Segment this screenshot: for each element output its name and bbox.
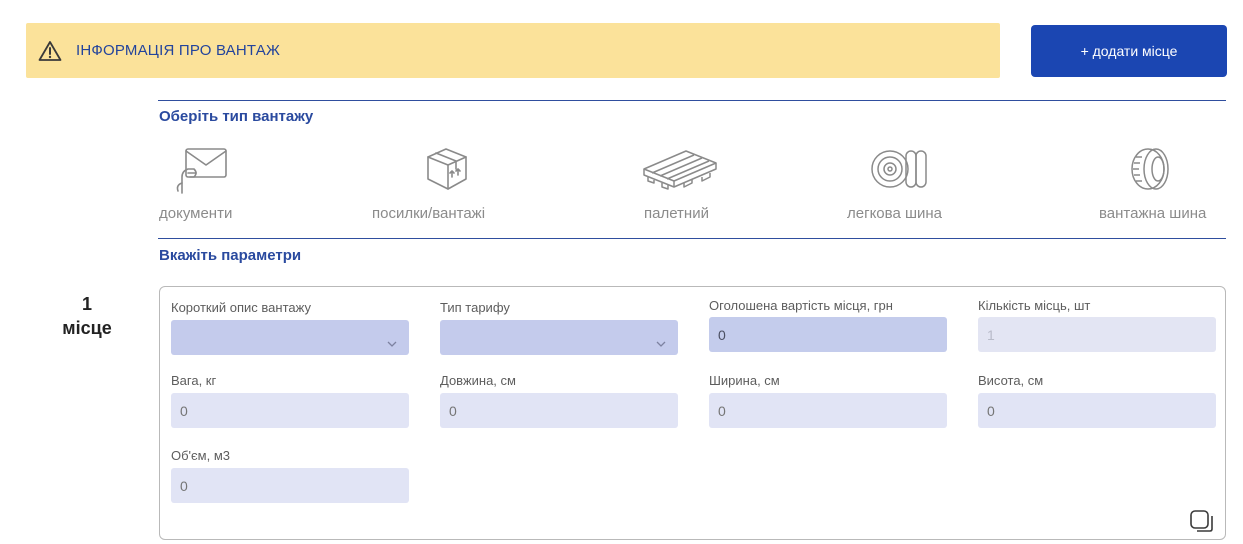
quantity-label: Кількість місць, шт [978, 298, 1091, 313]
pallet-icon[interactable] [640, 143, 720, 195]
type-label-pallet[interactable]: палетний [644, 205, 709, 222]
declared-value-label: Оголошена вартість місця, грн [709, 298, 893, 313]
place-form: Короткий опис вантажу Тип тарифу Оголоше… [159, 286, 1226, 540]
height-input[interactable] [978, 393, 1216, 428]
type-label-documents[interactable]: документи [159, 205, 232, 222]
height-label: Висота, см [978, 373, 1044, 388]
documents-icon[interactable] [174, 143, 238, 195]
divider [158, 238, 1226, 239]
car-tire-icon[interactable] [866, 143, 930, 195]
place-label: 1 місце [54, 292, 120, 340]
banner-title: ІНФОРМАЦІЯ ПРО ВАНТАЖ [76, 42, 281, 59]
description-select[interactable] [171, 320, 409, 355]
tariff-select[interactable] [440, 320, 678, 355]
cargo-info-banner: ІНФОРМАЦІЯ ПРО ВАНТАЖ [26, 23, 1000, 78]
cargo-type-title: Оберіть тип вантажу [159, 108, 314, 125]
place-word: місце [62, 318, 112, 338]
width-input[interactable] [709, 393, 947, 428]
volume-input[interactable] [171, 468, 409, 503]
parcel-box-icon[interactable] [414, 143, 478, 195]
description-label: Короткий опис вантажу [171, 300, 311, 315]
declared-value-input[interactable] [709, 317, 947, 352]
type-label-truck-tire[interactable]: вантажна шина [1099, 205, 1206, 222]
length-label: Довжина, см [440, 373, 516, 388]
quantity-input[interactable] [978, 317, 1216, 352]
weight-label: Вага, кг [171, 373, 217, 388]
chevron-down-icon [656, 334, 666, 352]
warning-triangle-icon [38, 40, 62, 62]
add-place-button[interactable]: + додати місце [1031, 25, 1227, 77]
tariff-label: Тип тарифу [440, 300, 510, 315]
width-label: Ширина, см [709, 373, 780, 388]
params-title: Вкажіть параметри [159, 247, 302, 264]
length-input[interactable] [440, 393, 678, 428]
divider [158, 100, 1226, 101]
copy-icon[interactable] [1189, 509, 1215, 538]
type-label-parcels[interactable]: посилки/вантажі [372, 205, 485, 222]
truck-tire-icon[interactable] [1124, 143, 1180, 195]
chevron-down-icon [387, 334, 397, 352]
type-label-car-tire[interactable]: легкова шина [847, 205, 942, 222]
volume-label: Об'єм, м3 [171, 448, 231, 463]
weight-input[interactable] [171, 393, 409, 428]
place-number: 1 [81, 294, 92, 314]
